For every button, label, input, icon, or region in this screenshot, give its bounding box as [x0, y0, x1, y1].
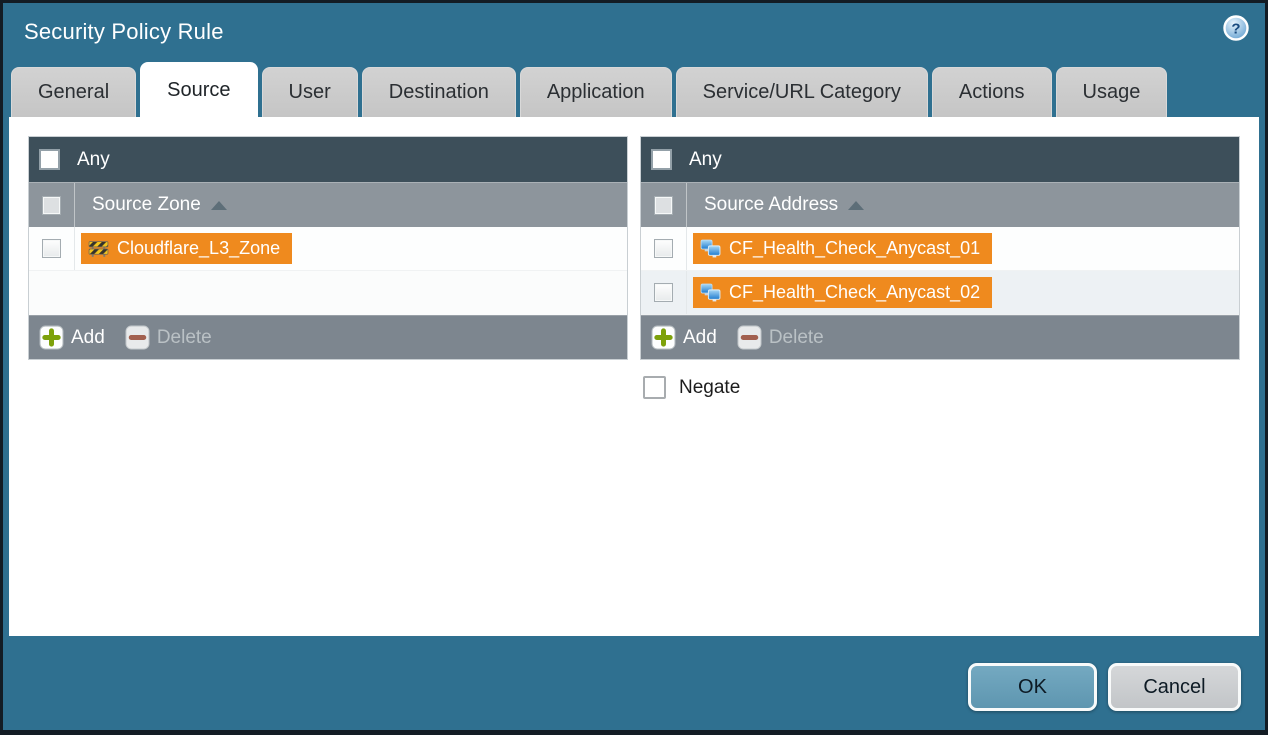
address-chip[interactable]: CF_Health_Check_Anycast_01	[693, 233, 992, 264]
dialog-footer: OK Cancel	[968, 663, 1241, 711]
address-icon	[700, 238, 721, 259]
tab-bar: General Source User Destination Applicat…	[3, 61, 1265, 117]
source-zone-list: Cloudflare_L3_Zone	[29, 227, 627, 315]
source-zone-any-checkbox[interactable]	[39, 149, 60, 170]
tab-application[interactable]: Application	[520, 67, 672, 117]
table-row: CF_Health_Check_Anycast_02	[641, 271, 1239, 315]
minus-icon	[737, 325, 762, 350]
source-zone-any-label: Any	[77, 149, 110, 171]
source-zone-toolbar: Add Delete	[29, 315, 627, 359]
tab-usage[interactable]: Usage	[1056, 67, 1168, 117]
source-address-column-header[interactable]: Source Address	[641, 182, 1239, 227]
address-icon	[700, 282, 721, 303]
address-chip-label: CF_Health_Check_Anycast_01	[729, 238, 980, 259]
add-label: Add	[71, 327, 105, 349]
address-chip[interactable]: CF_Health_Check_Anycast_02	[693, 277, 992, 308]
source-address-select-all-checkbox[interactable]	[654, 196, 673, 215]
source-zone-select-all-checkbox[interactable]	[42, 196, 61, 215]
source-zone-panel: Any Source Zone	[28, 136, 628, 360]
zone-chip-label: Cloudflare_L3_Zone	[117, 238, 280, 259]
delete-label: Delete	[157, 327, 212, 349]
security-policy-rule-dialog: Security Policy Rule ? General Source Us…	[0, 0, 1268, 735]
row-checkbox[interactable]	[42, 239, 61, 258]
delete-button[interactable]: Delete	[737, 325, 824, 350]
add-button[interactable]: Add	[39, 325, 105, 350]
zone-icon	[88, 238, 109, 259]
source-zone-column-label: Source Zone	[92, 194, 201, 216]
source-address-any-header: Any	[641, 137, 1239, 182]
dialog-title: Security Policy Rule	[24, 19, 224, 45]
zone-chip[interactable]: Cloudflare_L3_Zone	[81, 233, 292, 264]
tab-destination[interactable]: Destination	[362, 67, 516, 117]
source-address-list: CF_Health_Check_Anycast_01	[641, 227, 1239, 315]
row-checkbox[interactable]	[654, 283, 673, 302]
plus-icon	[651, 325, 676, 350]
source-zone-any-header: Any	[29, 137, 627, 182]
table-row: Cloudflare_L3_Zone	[29, 227, 627, 271]
negate-label: Negate	[679, 377, 740, 399]
help-icon[interactable]: ?	[1222, 14, 1250, 42]
tab-service-url-category[interactable]: Service/URL Category	[676, 67, 928, 117]
negate-checkbox[interactable]	[643, 376, 666, 399]
tab-user[interactable]: User	[262, 67, 358, 117]
source-address-any-checkbox[interactable]	[651, 149, 672, 170]
source-zone-column-header[interactable]: Source Zone	[29, 182, 627, 227]
sort-ascending-icon	[848, 201, 864, 210]
source-address-any-label: Any	[689, 149, 722, 171]
ok-button[interactable]: OK	[968, 663, 1097, 711]
sort-ascending-icon	[211, 201, 227, 210]
tab-source[interactable]: Source	[140, 62, 257, 117]
tab-general[interactable]: General	[11, 67, 136, 117]
table-row: CF_Health_Check_Anycast_01	[641, 227, 1239, 271]
delete-button[interactable]: Delete	[125, 325, 212, 350]
address-chip-label: CF_Health_Check_Anycast_02	[729, 282, 980, 303]
cancel-button[interactable]: Cancel	[1108, 663, 1241, 711]
source-address-toolbar: Add Delete	[641, 315, 1239, 359]
row-checkbox[interactable]	[654, 239, 673, 258]
negate-row: Negate	[643, 376, 1259, 399]
add-button[interactable]: Add	[651, 325, 717, 350]
add-label: Add	[683, 327, 717, 349]
tab-actions[interactable]: Actions	[932, 67, 1052, 117]
plus-icon	[39, 325, 64, 350]
source-tab-content: Any Source Zone	[9, 117, 1259, 636]
minus-icon	[125, 325, 150, 350]
delete-label: Delete	[769, 327, 824, 349]
source-address-column-label: Source Address	[704, 194, 838, 216]
svg-text:?: ?	[1231, 21, 1240, 38]
titlebar: Security Policy Rule ?	[3, 3, 1265, 61]
source-address-panel: Any Source Address	[640, 136, 1240, 360]
